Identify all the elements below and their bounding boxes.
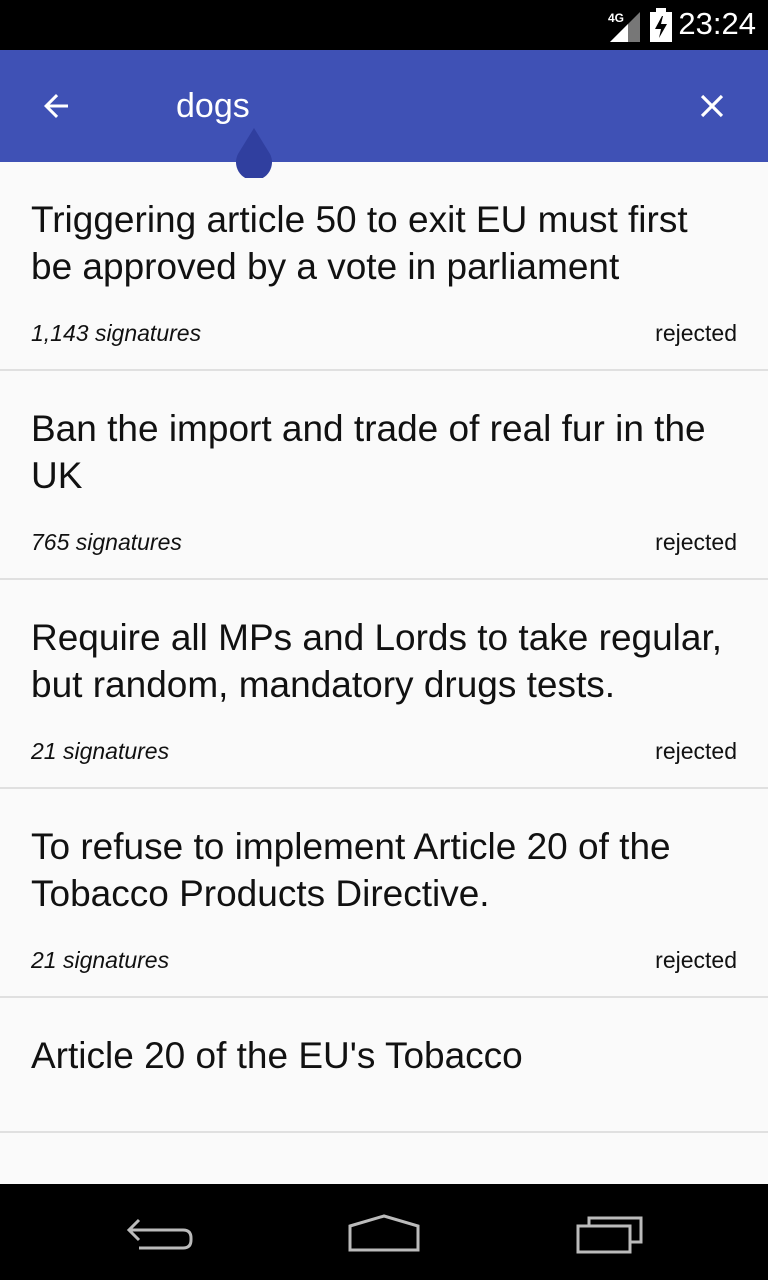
petition-title: To refuse to implement Article 20 of the… xyxy=(31,826,671,914)
network-type-label: 4G xyxy=(608,11,624,25)
back-icon xyxy=(126,1218,193,1250)
petition-title: Article 20 of the EU's Tobacco xyxy=(31,1035,523,1076)
signature-count: 765 signatures xyxy=(31,529,182,555)
navigation-bar xyxy=(0,1184,768,1280)
petition-list-item[interactable]: To refuse to implement Article 20 of the… xyxy=(0,789,768,998)
petition-status: rejected xyxy=(655,738,737,764)
signature-count: 21 signatures xyxy=(31,738,170,764)
close-icon xyxy=(700,94,724,118)
signal-icon: 4G xyxy=(608,11,640,42)
petition-list-item[interactable]: Triggering article 50 to exit EU must fi… xyxy=(0,162,768,371)
back-button[interactable] xyxy=(26,76,86,136)
battery-charging-icon xyxy=(650,8,672,42)
search-input[interactable] xyxy=(176,78,656,134)
petition-status: rejected xyxy=(655,947,737,973)
petition-title: Require all MPs and Lords to take regula… xyxy=(31,617,723,705)
home-icon xyxy=(348,1214,420,1252)
petition-status: rejected xyxy=(655,529,737,555)
clear-search-button[interactable] xyxy=(682,76,742,136)
status-time: 23:24 xyxy=(678,6,756,41)
petition-meta: 765 signatures rejected xyxy=(31,529,737,556)
status-bar: 4G 23:24 xyxy=(0,0,768,50)
arrow-left-icon xyxy=(44,94,68,118)
signature-count: 21 signatures xyxy=(31,947,170,973)
signature-count: 1,143 signatures xyxy=(31,320,202,346)
petition-meta: 1,143 signatures rejected xyxy=(31,320,737,347)
status-icons: 4G xyxy=(606,8,672,42)
petition-list-item[interactable]: Ban the import and trade of real fur in … xyxy=(0,371,768,580)
petition-title: Triggering article 50 to exit EU must fi… xyxy=(31,199,688,287)
petition-title: Ban the import and trade of real fur in … xyxy=(31,408,706,496)
nav-recents-button[interactable] xyxy=(565,1206,655,1262)
nav-back-button[interactable] xyxy=(115,1206,205,1262)
petition-meta: 21 signatures rejected xyxy=(31,947,737,974)
petition-meta: 21 signatures rejected xyxy=(31,738,737,765)
petition-list: Triggering article 50 to exit EU must fi… xyxy=(0,162,768,1184)
recents-icon xyxy=(576,1216,643,1254)
search-toolbar xyxy=(0,50,768,162)
petition-list-item[interactable]: Require all MPs and Lords to take regula… xyxy=(0,580,768,789)
petition-status: rejected xyxy=(655,320,737,346)
petition-list-item[interactable]: Article 20 of the EU's Tobacco xyxy=(0,998,768,1133)
nav-home-button[interactable] xyxy=(339,1206,429,1262)
